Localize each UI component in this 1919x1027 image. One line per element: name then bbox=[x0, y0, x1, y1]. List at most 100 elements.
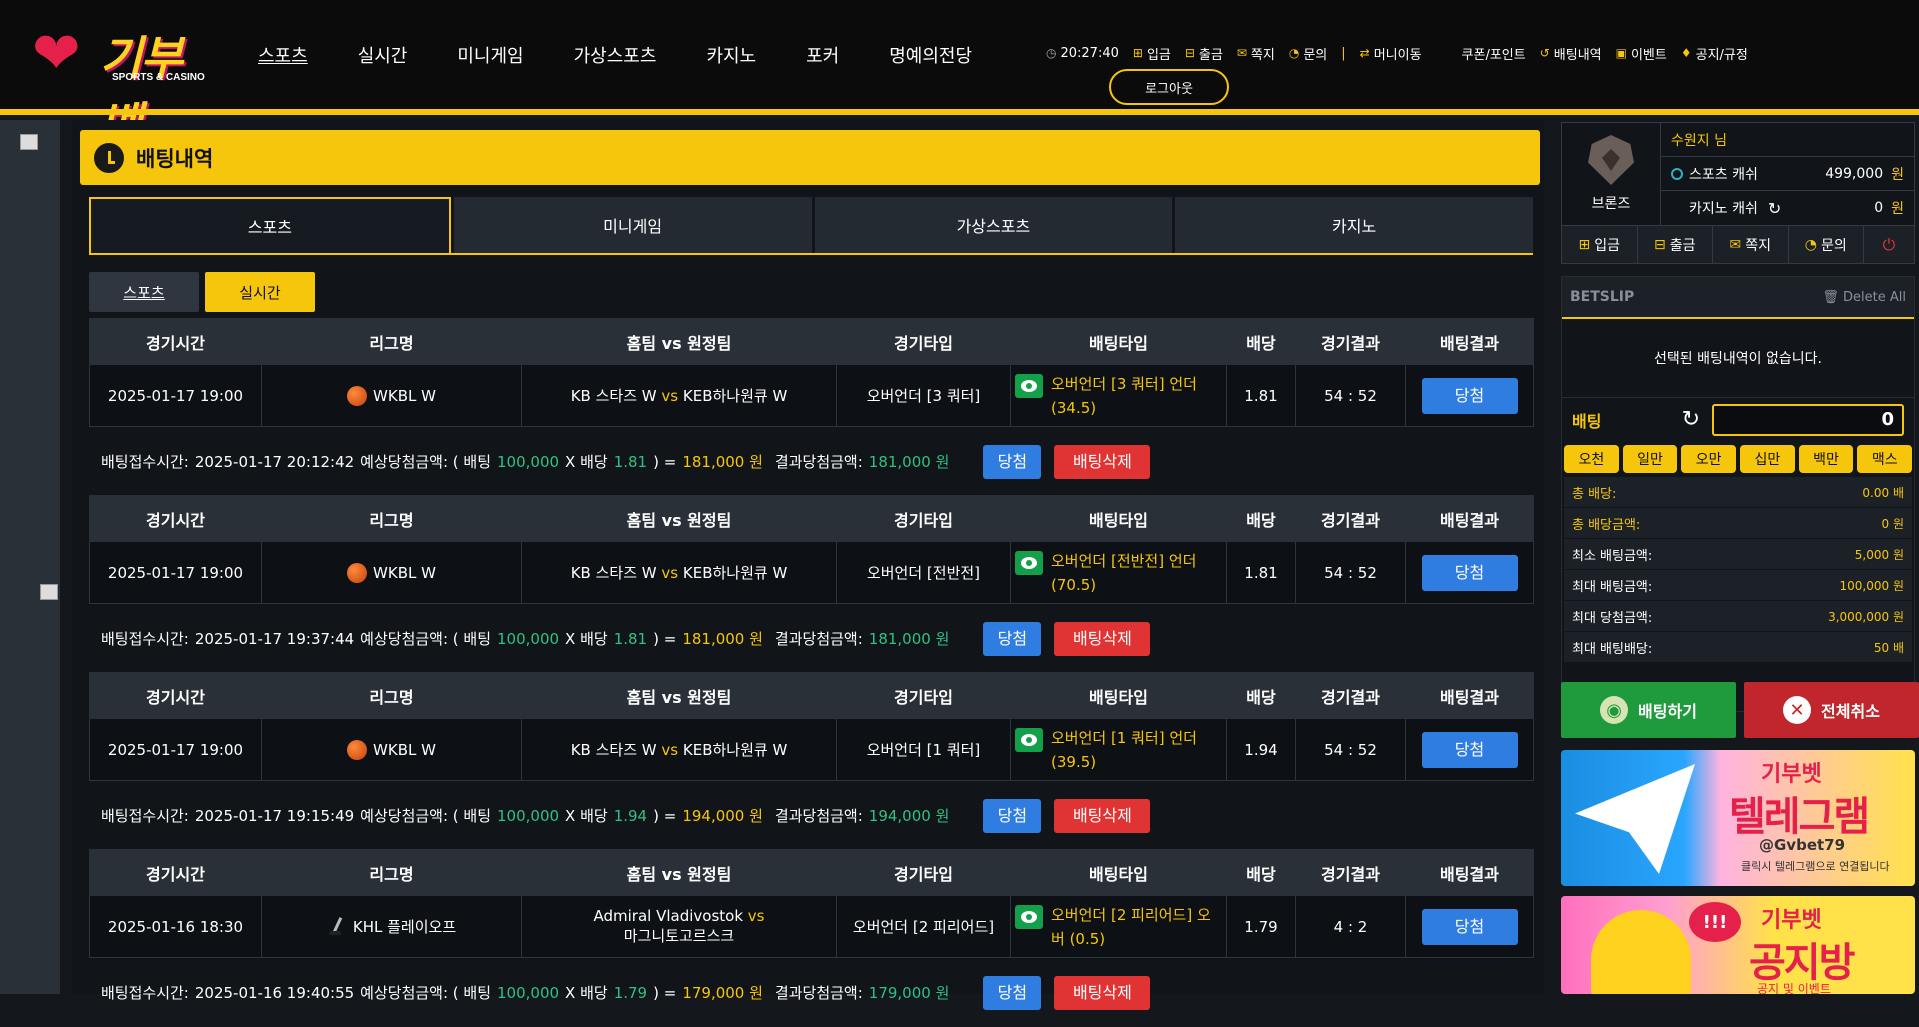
col-game-time: 경기시간 bbox=[89, 672, 262, 719]
nav-minigame[interactable]: 미니게임 bbox=[457, 42, 523, 67]
teams-cell: KB 스타즈 W vs KEB하나원큐 W bbox=[521, 541, 837, 604]
history-icon: ↺ bbox=[1539, 46, 1550, 60]
away-team: KEB하나원큐 W bbox=[682, 741, 788, 759]
refresh-icon[interactable]: ↻ bbox=[1768, 199, 1781, 218]
win-amount: 181,000 원 bbox=[868, 453, 950, 471]
event-link[interactable]: ▣ 이벤트 bbox=[1616, 44, 1667, 63]
delete-bet-button[interactable]: 배팅삭제 bbox=[1054, 444, 1151, 479]
col-odds: 배당 bbox=[1226, 849, 1296, 896]
delete-bet-button[interactable]: 배팅삭제 bbox=[1054, 621, 1151, 656]
chip-100000[interactable]: 십만 bbox=[1740, 445, 1795, 473]
bet-entry: 경기시간 리그명 홈팀 vs 원정팀 경기타입 배팅타입 배당 경기결과 배팅결… bbox=[89, 672, 1534, 849]
power-off-icon[interactable]: ⏻ bbox=[1864, 226, 1914, 263]
col-odds: 배당 bbox=[1226, 318, 1296, 365]
money-move-link[interactable]: ⇄ 머니이동 bbox=[1360, 44, 1422, 63]
tab-sports[interactable]: 스포츠 bbox=[89, 197, 451, 253]
nav-live[interactable]: 실시간 bbox=[358, 42, 408, 67]
deposit-link[interactable]: ⊞ 입금 bbox=[1133, 44, 1171, 63]
sidebar-deposit-button[interactable]: ⊞ 입금 bbox=[1562, 226, 1638, 263]
chip-50000[interactable]: 오만 bbox=[1681, 445, 1737, 473]
received-time: 2025-01-16 19:40:55 bbox=[194, 983, 355, 1002]
minus-square-icon: ⊟ bbox=[1184, 46, 1195, 60]
chat-icon: ◔ bbox=[1804, 236, 1817, 253]
bet-history-link[interactable]: ↺ 배팅내역 bbox=[1540, 44, 1602, 63]
bell-icon: ♦ bbox=[1680, 46, 1692, 60]
table-header-row: 경기시간 리그명 홈팀 vs 원정팀 경기타입 배팅타입 배당 경기결과 배팅결… bbox=[89, 672, 1534, 719]
money-move-label: 머니이동 bbox=[1373, 47, 1422, 63]
result-cell: 당첨 bbox=[1405, 895, 1534, 958]
envelope-icon: ✉ bbox=[1729, 236, 1742, 253]
col-teams: 홈팀 vs 원정팀 bbox=[521, 495, 837, 542]
game-type: 오버언더 [3 쿼터] bbox=[836, 364, 1011, 427]
page-title: 배팅내역 bbox=[136, 146, 214, 171]
vs-label: vs bbox=[661, 387, 679, 405]
envelope-icon: ✉ bbox=[1236, 46, 1247, 60]
nav-casino[interactable]: 카지노 bbox=[706, 42, 756, 67]
win-button[interactable]: 당첨 bbox=[983, 975, 1042, 1010]
withdraw-link[interactable]: ⊟ 출금 bbox=[1185, 44, 1223, 63]
win-button[interactable]: 당첨 bbox=[983, 621, 1042, 656]
bell-icon bbox=[1591, 910, 1691, 994]
score: 4 : 2 bbox=[1295, 895, 1406, 958]
sidebar-message-button[interactable]: ✉ 쪽지 bbox=[1713, 226, 1789, 263]
league-cell: KHL 플레이오프 bbox=[261, 895, 522, 958]
nav-virtual-sports[interactable]: 가상스포츠 bbox=[574, 42, 657, 67]
close-circle-icon: ✕ bbox=[1783, 696, 1812, 724]
site-logo[interactable]: ❤ 기부벳 SPORTS & CASINO bbox=[28, 20, 218, 150]
deposit-label: 입금 bbox=[1594, 237, 1620, 254]
chip-10000[interactable]: 일만 bbox=[1622, 445, 1678, 473]
place-bet-button[interactable]: ◉ 배팅하기 bbox=[1561, 682, 1736, 738]
cancel-all-button[interactable]: ✕ 전체취소 bbox=[1744, 682, 1919, 738]
sidebar-inquiry-button[interactable]: ◔ 문의 bbox=[1788, 226, 1864, 263]
info-key: 총 배당금액: bbox=[1572, 517, 1641, 533]
delete-bet-button[interactable]: 배팅삭제 bbox=[1054, 798, 1151, 833]
eye-icon[interactable] bbox=[1015, 727, 1043, 752]
nav-sports[interactable]: 스포츠 bbox=[258, 42, 308, 67]
league-name: WKBL W bbox=[373, 740, 436, 759]
coupon-link[interactable]: 쿠폰/포인트 bbox=[1462, 44, 1526, 63]
bet-amount-input[interactable] bbox=[1712, 403, 1904, 436]
nav-hall-of-fame[interactable]: 명예의전당 bbox=[889, 42, 972, 67]
inquiry-link[interactable]: ◔ 문의 bbox=[1289, 44, 1327, 63]
game-time: 2025-01-17 19:00 bbox=[89, 541, 262, 604]
chip-1000000[interactable]: 백만 bbox=[1798, 445, 1854, 473]
tab-casino[interactable]: 카지노 bbox=[1175, 197, 1533, 253]
subtab-sports[interactable]: 스포츠 bbox=[89, 272, 199, 312]
sub-tabs: 스포츠 실시간 bbox=[89, 272, 315, 312]
nav-poker[interactable]: 포커 bbox=[806, 42, 839, 67]
col-bet-result: 배팅결과 bbox=[1405, 495, 1534, 542]
win-button[interactable]: 당첨 bbox=[983, 798, 1042, 833]
chip-5000[interactable]: 오천 bbox=[1564, 445, 1619, 473]
odds-value: 1.94 bbox=[613, 806, 648, 825]
logout-button[interactable]: 로그아웃 bbox=[1109, 69, 1229, 105]
col-game-time: 경기시간 bbox=[89, 849, 262, 896]
info-value: 5,000 원 bbox=[1854, 547, 1904, 562]
bet-table: 경기시간 리그명 홈팀 vs 원정팀 경기타입 배팅타입 배당 경기결과 배팅결… bbox=[89, 672, 1534, 781]
calendar-icon: ▣ bbox=[1615, 46, 1627, 60]
subtab-live[interactable]: 실시간 bbox=[205, 272, 315, 312]
bet-type-cell: 오버언더 [전반전] 언더 (70.5) bbox=[1010, 541, 1227, 604]
main-nav: 스포츠 실시간 미니게임 가상스포츠 카지노 포커 명예의전당 bbox=[258, 42, 1022, 67]
info-row: 최대 당첨금액: 3,000,000 원 bbox=[1564, 601, 1912, 632]
chip-max[interactable]: 맥스 bbox=[1857, 445, 1913, 473]
eye-icon[interactable] bbox=[1015, 904, 1043, 929]
bet-table: 경기시간 리그명 홈팀 vs 원정팀 경기타입 배팅타입 배당 경기결과 배팅결… bbox=[89, 318, 1534, 427]
league-cell: WKBL W bbox=[261, 364, 522, 427]
eye-icon[interactable] bbox=[1015, 550, 1043, 575]
info-row: 총 배당: 0.00 배 bbox=[1564, 477, 1912, 508]
tab-minigame[interactable]: 미니게임 bbox=[453, 197, 812, 253]
telegram-banner[interactable]: 기부벳 텔레그램 @Gvbet79 클릭시 텔레그램으로 연결됩니다 bbox=[1561, 750, 1915, 886]
delete-all-button[interactable]: 🗑 Delete All bbox=[1822, 290, 1906, 305]
info-row: 총 배당금액: 0 원 bbox=[1564, 508, 1912, 539]
delete-bet-button[interactable]: 배팅삭제 bbox=[1054, 975, 1151, 1010]
notice-link[interactable]: ♦ 공지/규정 bbox=[1681, 44, 1748, 63]
eye-icon[interactable] bbox=[1015, 373, 1043, 398]
win-button[interactable]: 당첨 bbox=[983, 444, 1042, 479]
reset-icon[interactable]: ↻ bbox=[1682, 407, 1700, 432]
info-value: 0.00 배 bbox=[1862, 485, 1904, 500]
message-link[interactable]: ✉ 쪽지 bbox=[1237, 44, 1275, 63]
sidebar-withdraw-button[interactable]: ⊟ 출금 bbox=[1637, 226, 1713, 263]
tab-virtual-sports[interactable]: 가상스포츠 bbox=[814, 197, 1173, 253]
notice-room-banner[interactable]: !!! 기부벳 공지방 공지 및 이벤트 bbox=[1561, 896, 1915, 994]
vs-label: vs bbox=[661, 564, 679, 582]
